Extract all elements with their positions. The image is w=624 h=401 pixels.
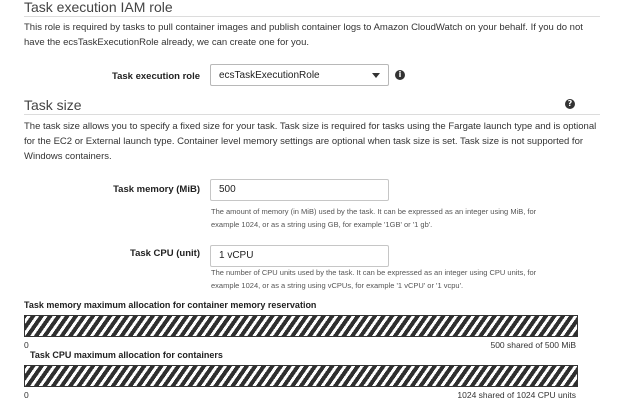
task-size-divider — [24, 114, 600, 115]
task-cpu-help-line: The number of CPU units used by the task… — [211, 268, 537, 277]
task-memory-label: Task memory (MiB) — [113, 184, 200, 195]
cpu-allocation-min: 0 — [24, 390, 29, 400]
iam-role-section-title: Task execution IAM role — [24, 0, 173, 15]
task-cpu-help: The number of CPU units used by the task… — [211, 266, 611, 292]
task-memory-help-line: The amount of memory (in MiB) used by th… — [211, 207, 537, 216]
task-size-description: The task size allows you to specify a fi… — [24, 119, 619, 164]
chevron-down-icon — [372, 73, 380, 78]
cpu-allocation-bar — [24, 365, 578, 387]
iam-role-description-line: This role is required by tasks to pull c… — [24, 22, 583, 33]
cpu-allocation-summary: 1024 shared of 1024 CPU units — [457, 390, 576, 400]
task-cpu-help-line: example 1024, or as a string using vCPUs… — [211, 281, 464, 290]
task-cpu-input[interactable]: 1 vCPU — [210, 245, 389, 267]
memory-allocation-label: Task memory maximum allocation for conta… — [24, 300, 317, 310]
iam-role-description: This role is required by tasks to pull c… — [24, 20, 614, 50]
task-size-description-line: The task size allows you to specify a fi… — [24, 121, 597, 132]
task-memory-input[interactable]: 500 — [210, 179, 389, 201]
memory-allocation-bar — [24, 315, 578, 337]
cpu-allocation-label: Task CPU maximum allocation for containe… — [30, 350, 223, 360]
task-execution-role-select[interactable]: ecsTaskExecutionRole — [210, 64, 389, 86]
iam-role-divider — [24, 16, 600, 17]
task-execution-role-value: ecsTaskExecutionRole — [219, 70, 320, 81]
help-icon[interactable]: ? — [565, 99, 575, 109]
memory-allocation-min: 0 — [24, 340, 29, 350]
task-execution-role-label: Task execution role — [112, 71, 200, 82]
task-memory-help: The amount of memory (in MiB) used by th… — [211, 205, 611, 231]
task-size-description-line: for the EC2 or External launch type. Con… — [24, 136, 584, 147]
task-cpu-label: Task CPU (unit) — [129, 248, 200, 259]
task-size-section-title: Task size — [24, 97, 82, 113]
info-icon[interactable]: i — [395, 70, 405, 80]
task-size-description-line: Windows containers. — [24, 151, 112, 162]
task-memory-help-line: example 1024, or as a string using GB, f… — [211, 220, 433, 229]
iam-role-description-line: have the ecsTaskExecutionRole already, w… — [24, 37, 309, 48]
memory-allocation-summary: 500 shared of 500 MiB — [490, 340, 576, 350]
